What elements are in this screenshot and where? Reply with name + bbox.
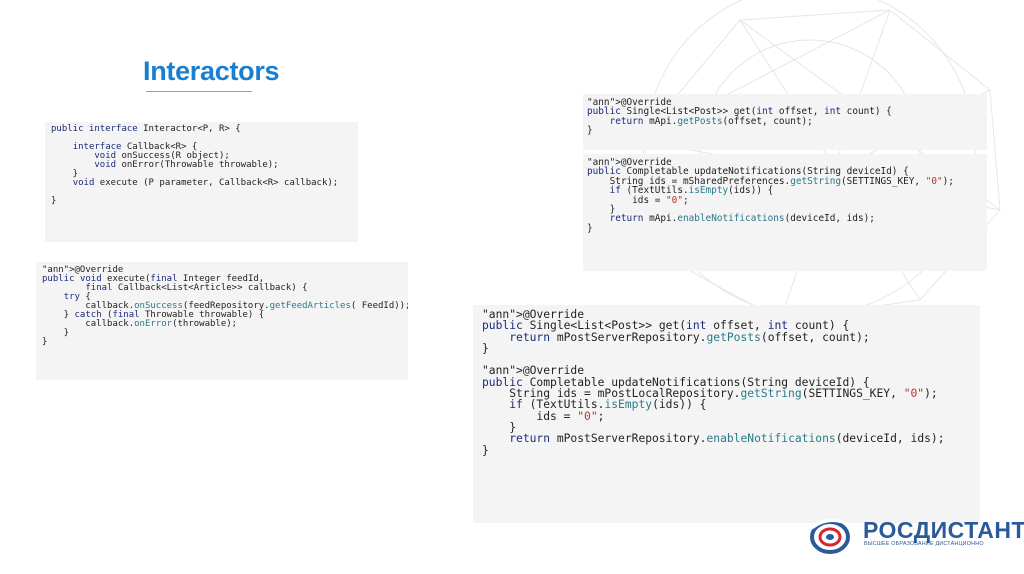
logo-tagline: ВЫСШЕЕ ОБРАЗОВАНИЕ ДИСТАНЦИОННО [864, 541, 984, 547]
code-line: return mPostServerRepository.enableNotif… [509, 432, 945, 446]
code-line: "ann">@Override [482, 364, 585, 378]
code-line: void onSuccess(R object); [94, 151, 230, 161]
code-line: return mPostServerRepository.getPosts(of… [509, 330, 870, 344]
code-line: "ann">@Override [587, 97, 672, 108]
code-block-get-posts-small: "ann">@Override public Single<List<Post>>… [583, 94, 987, 150]
code-line: void execute (P parameter, Callback<R> c… [72, 178, 339, 188]
code-line: public void execute(final Integer feedId… [42, 274, 265, 284]
rosdistant-logo: РОСДИСТАНТ ВЫСШЕЕ ОБРАЗОВАНИЕ ДИСТАНЦИОН… [808, 516, 1024, 556]
code-line: interface Callback<R> { [72, 142, 198, 152]
logo-name: РОСДИСТАНТ [863, 517, 1024, 543]
code-line: callback.onError(throwable); [42, 319, 238, 329]
code-line: String ids = mSharedPreferences.getStrin… [587, 175, 954, 187]
logo-emblem-icon [810, 519, 853, 554]
code-line: "ann">@Override [42, 265, 124, 275]
code-block-repository-large: "ann">@Override public Single<List<Post>>… [473, 305, 980, 523]
code-line: } [42, 337, 48, 347]
code-line: ids = "0"; [587, 194, 689, 206]
code-line: return mApi.enableNotifications(deviceId… [609, 213, 875, 225]
code-line: "ann">@Override [587, 157, 672, 168]
slide-title: Interactors [143, 56, 280, 86]
code-line: final Callback<List<Article>> callback) … [85, 283, 308, 293]
code-line: public Completable updateNotifications(S… [587, 166, 909, 178]
code-line: } [51, 196, 57, 206]
code-line: void onError(Throwable throwable); [94, 160, 279, 170]
code-line: public Single<List<Post>> get(int offset… [587, 106, 892, 118]
code-block-update-notifications-small: "ann">@Override public Completable update… [583, 154, 987, 271]
code-line: public Single<List<Post>> get(int offset… [482, 319, 850, 333]
code-line: String ids = mPostLocalRepository.getStr… [482, 387, 938, 401]
code-line: public Completable updateNotifications(S… [482, 375, 870, 389]
code-block-interactor-interface: public interface Interactor<P, R> { inte… [45, 122, 358, 242]
code-line: ids = "0"; [482, 409, 605, 423]
title-underline [146, 91, 252, 92]
code-line: return mApi.getPosts(offset, count); [609, 115, 813, 127]
code-block-execute-impl: "ann">@Override public void execute(final… [36, 262, 408, 380]
code-line: callback.onSuccess(feedRepository.getFee… [42, 301, 408, 311]
code-line: public interface Interactor<P, R> { [51, 124, 241, 134]
code-line: "ann">@Override [482, 308, 585, 321]
